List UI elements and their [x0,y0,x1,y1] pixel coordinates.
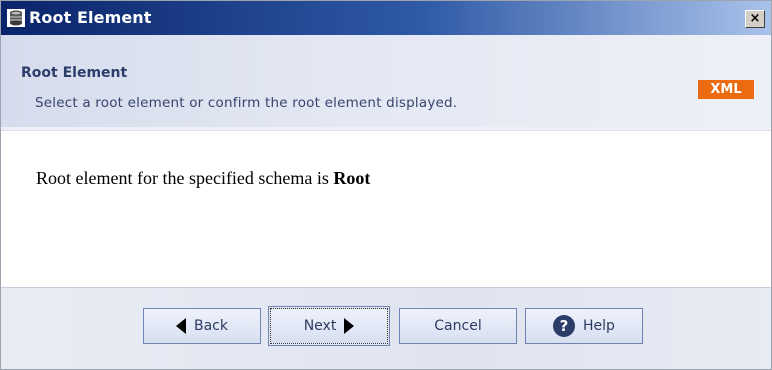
next-button[interactable]: Next [268,306,390,346]
dialog-window: Root Element × Root Element Select a roo… [0,0,772,370]
close-button[interactable]: × [745,10,765,28]
back-label: Back [194,318,228,334]
message-text: Root element for the specified schema is [36,168,334,188]
next-label: Next [303,318,337,334]
arrow-right-icon [344,318,355,334]
help-circle-icon: ? [553,315,576,337]
xml-badge: XML [698,80,754,99]
header-subtitle: Select a root element or confirm the roo… [35,95,458,111]
wizard-header: Root Element Select a root element or co… [1,35,771,127]
title-bar[interactable]: Root Element × [1,1,771,35]
cancel-label: Cancel [434,318,482,334]
help-button[interactable]: ? Help [525,308,643,344]
database-icon [7,9,25,27]
help-label: Help [583,318,615,334]
content-area: Root element for the specified schema is… [1,131,771,287]
button-bar: Back Next Cancel ? Help [1,287,771,369]
cancel-button[interactable]: Cancel [399,308,517,344]
root-element-name: Root [333,168,371,188]
header-title: Root Element [21,65,128,81]
arrow-left-icon [176,318,186,334]
back-button[interactable]: Back [143,308,261,344]
close-icon: × [749,11,761,26]
root-element-message: Root element for the specified schema is… [36,168,370,189]
help-glyph: ? [559,317,569,335]
window-title: Root Element [29,8,152,27]
